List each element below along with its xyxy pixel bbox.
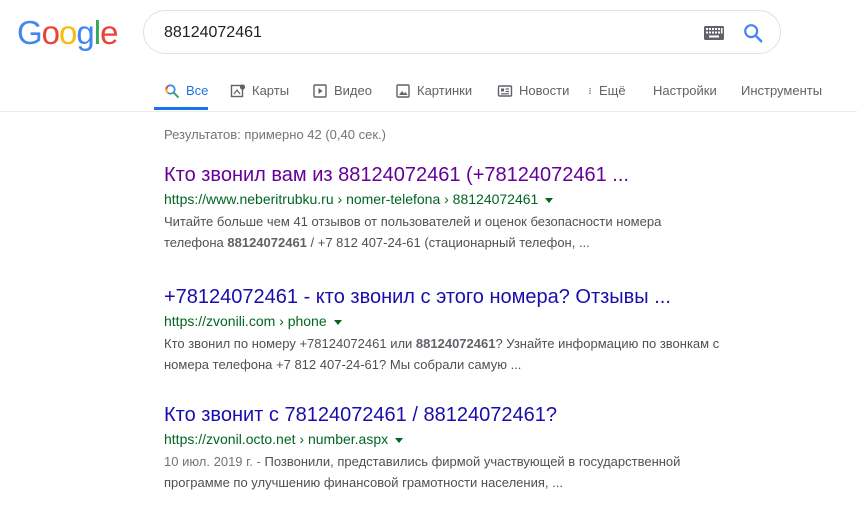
result-snippet: Кто звонил по номеру +78124072461 или 88… — [164, 333, 764, 375]
search-result: Кто звонил вам из 88124072461 (+78124072… — [164, 162, 764, 253]
map-icon — [230, 84, 246, 98]
tab-video[interactable]: Видео — [312, 77, 372, 110]
search-result: Кто звонит с 78124072461 / 88124072461? … — [164, 402, 764, 493]
snippet-highlight: 88124072461 — [415, 336, 496, 351]
search-icon — [165, 84, 179, 98]
result-title-link[interactable]: Кто звонил вам из 88124072461 (+78124072… — [164, 162, 764, 188]
snippet-text: Позвонили, представились фирмой участвую… — [264, 454, 681, 469]
result-date: 10 июл. 2019 г. - — [164, 454, 265, 469]
search-box — [143, 10, 781, 54]
dropdown-arrow-icon[interactable] — [395, 437, 404, 443]
tab-label: Все — [186, 83, 209, 98]
google-logo[interactable]: Google — [17, 14, 118, 51]
search-result: +78124072461 - кто звонил с этого номера… — [164, 284, 764, 375]
snippet-text: программе по улучшению финансовой грамот… — [164, 475, 563, 490]
tab-label: Настройки — [653, 83, 717, 98]
result-url-text[interactable]: https://zvonili.com › phone — [164, 311, 327, 331]
image-icon — [396, 84, 410, 98]
tab-tools[interactable]: Инструменты — [741, 77, 822, 110]
search-input[interactable] — [164, 21, 684, 45]
search-tabs: Все Карты Видео Картинки Новости Ещё Нас… — [0, 77, 857, 112]
result-url: https://zvonil.octo.net › number.aspx — [164, 429, 764, 449]
tab-label: Карты — [252, 83, 290, 98]
result-snippet: 10 июл. 2019 г. - Позвонили, представили… — [164, 451, 764, 493]
keyboard-icon[interactable] — [704, 26, 724, 40]
dropdown-arrow-icon[interactable] — [333, 319, 342, 325]
search-results-page: Google Все — [0, 0, 857, 513]
logo-letter: g — [76, 14, 94, 51]
tab-images[interactable]: Картинки — [395, 77, 472, 110]
logo-letter: o — [59, 14, 77, 51]
snippet-text: телефона — [164, 235, 228, 250]
snippet-text: ? Узнайте информацию по звонкам с — [495, 336, 720, 351]
result-title-link[interactable]: Кто звонит с 78124072461 / 88124072461? — [164, 402, 764, 428]
logo-letter: e — [100, 14, 118, 51]
news-icon — [497, 85, 513, 97]
result-url-text[interactable]: https://zvonil.octo.net › number.aspx — [164, 429, 388, 449]
snippet-highlight: 88124072461 — [227, 235, 307, 250]
tab-label: Инструменты — [741, 83, 823, 98]
dropdown-arrow-icon[interactable] — [545, 197, 554, 203]
tab-maps[interactable]: Карты — [230, 77, 289, 110]
more-vert-icon — [589, 88, 591, 94]
result-url: https://zvonili.com › phone — [164, 311, 764, 331]
tab-all[interactable]: Все — [154, 77, 208, 110]
tab-label: Ещё — [599, 83, 626, 98]
snippet-text: Кто звонил по номеру +78124072461 или — [164, 336, 416, 351]
snippet-text: Читайте больше чем 41 отзывов от пользов… — [164, 214, 662, 229]
result-url: https://www.neberitrubku.ru › nomer-tele… — [164, 189, 764, 209]
tab-more[interactable]: Ещё — [588, 77, 626, 110]
result-title-link[interactable]: +78124072461 - кто звонил с этого номера… — [164, 284, 764, 310]
tab-label: Картинки — [417, 83, 473, 98]
snippet-text: номера телефона +7 812 407-24-61? Мы соб… — [164, 357, 522, 372]
logo-letter: o — [41, 14, 60, 51]
search-icon[interactable] — [742, 22, 764, 44]
result-stats: Результатов: примерно 42 (0,40 сек.) — [164, 127, 386, 142]
snippet-text: / +7 812 407-24-61 (стационарный телефон… — [306, 235, 590, 250]
tab-label: Видео — [334, 83, 372, 98]
logo-letter: G — [17, 14, 43, 51]
video-icon — [313, 84, 327, 98]
result-url-text[interactable]: https://www.neberitrubku.ru › nomer-tele… — [164, 189, 538, 209]
result-snippet: Читайте больше чем 41 отзывов от пользов… — [164, 211, 764, 253]
tab-label: Новости — [519, 83, 570, 98]
tab-news[interactable]: Новости — [497, 77, 569, 110]
tab-settings[interactable]: Настройки — [653, 77, 717, 110]
